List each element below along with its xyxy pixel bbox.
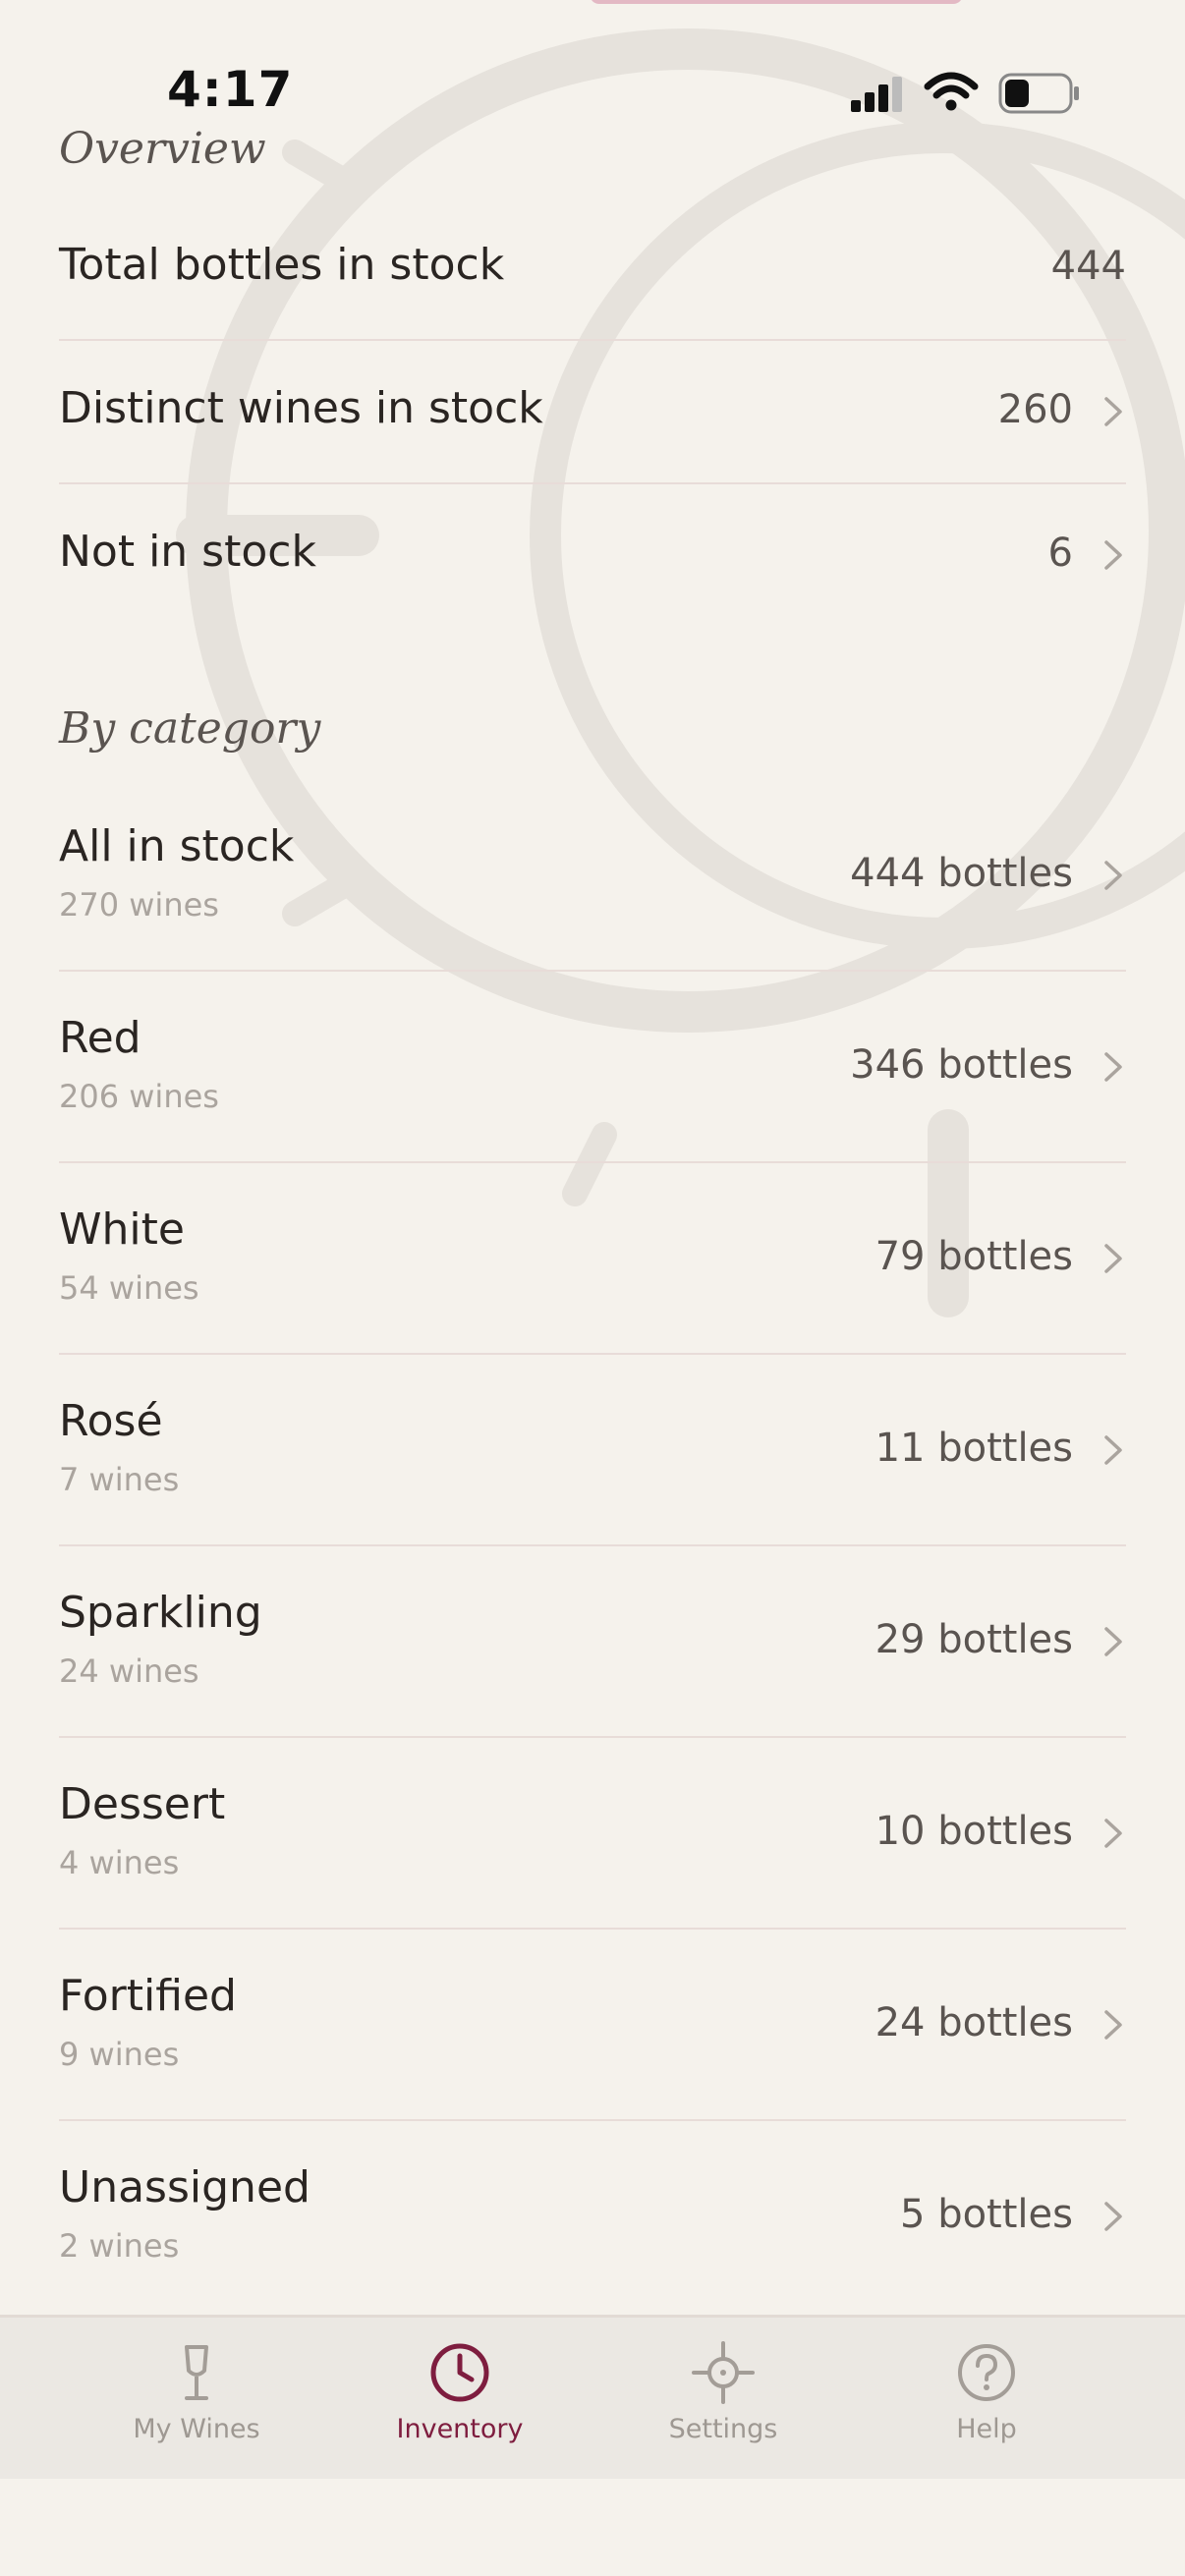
chevron-right-icon <box>1104 397 1122 426</box>
row-value: 5 bottles <box>900 2192 1073 2237</box>
overview-row-not-in-stock[interactable]: Not in stock 6 <box>59 519 1126 617</box>
by-category-section-title: By category <box>59 703 321 754</box>
row-label: Unassigned <box>59 2162 310 2212</box>
battery-icon <box>998 73 1079 114</box>
divider <box>59 1928 1126 1930</box>
row-value: 29 bottles <box>875 1617 1073 1662</box>
tab-bar: My Wines Inventory Settings Help <box>0 2315 1185 2479</box>
row-sublabel: 2 wines <box>59 2227 180 2265</box>
tab-settings[interactable]: Settings <box>625 2341 821 2469</box>
status-bar: 4:17 <box>0 0 1185 128</box>
category-row-all-in-stock[interactable]: All in stock 270 wines 444 bottles <box>59 821 1126 939</box>
row-label: Fortified <box>59 1971 237 2021</box>
category-row-white[interactable]: White 54 wines 79 bottles <box>59 1204 1126 1322</box>
row-value: 24 bottles <box>875 2000 1073 2045</box>
chevron-right-icon <box>1104 2010 1122 2040</box>
chevron-right-icon <box>1104 540 1122 570</box>
crosshair-icon <box>692 2341 755 2404</box>
overview-row-total-bottles: Total bottles in stock 444 <box>59 232 1126 330</box>
row-value: 346 bottles <box>850 1042 1073 1088</box>
row-value: 79 bottles <box>875 1234 1073 1279</box>
row-label: White <box>59 1204 185 1255</box>
chevron-right-icon <box>1104 1819 1122 1848</box>
row-label: Dessert <box>59 1779 226 1829</box>
row-sublabel: 7 wines <box>59 1461 180 1498</box>
row-sublabel: 4 wines <box>59 1844 180 1881</box>
tab-label: Inventory <box>396 2414 524 2444</box>
wifi-icon <box>924 72 979 111</box>
row-label: Red <box>59 1013 141 1063</box>
row-value: 10 bottles <box>875 1809 1073 1854</box>
row-value: 444 bottles <box>850 851 1073 896</box>
divider <box>59 1161 1126 1163</box>
status-time: 4:17 <box>167 61 294 118</box>
divider <box>59 482 1126 484</box>
chevron-right-icon <box>1104 1052 1122 1082</box>
chevron-right-icon <box>1104 1244 1122 1273</box>
row-sublabel: 9 wines <box>59 2036 180 2073</box>
chevron-right-icon <box>1104 2202 1122 2231</box>
divider <box>59 1544 1126 1546</box>
overview-section-title: Overview <box>59 124 266 174</box>
tab-my-wines[interactable]: My Wines <box>98 2341 295 2469</box>
divider <box>59 1353 1126 1355</box>
tab-label: Help <box>956 2414 1017 2444</box>
chevron-right-icon <box>1104 1627 1122 1656</box>
row-label: Distinct wines in stock <box>59 383 543 433</box>
category-row-sparkling[interactable]: Sparkling 24 wines 29 bottles <box>59 1588 1126 1706</box>
chevron-right-icon <box>1104 1435 1122 1465</box>
row-sublabel: 54 wines <box>59 1269 199 1307</box>
cellular-signal-icon <box>851 77 902 112</box>
tab-label: Settings <box>668 2414 778 2444</box>
tab-help[interactable]: Help <box>888 2341 1085 2469</box>
wine-glass-icon <box>185 2345 208 2400</box>
row-label: Sparkling <box>59 1588 262 1638</box>
overview-row-distinct-wines[interactable]: Distinct wines in stock 260 <box>59 375 1126 474</box>
clock-icon <box>430 2343 489 2402</box>
divider <box>59 970 1126 972</box>
row-label: All in stock <box>59 821 295 871</box>
category-row-dessert[interactable]: Dessert 4 wines 10 bottles <box>59 1779 1126 1897</box>
category-row-fortified[interactable]: Fortified 9 wines 24 bottles <box>59 1971 1126 2089</box>
question-icon <box>958 2344 1015 2401</box>
row-sublabel: 270 wines <box>59 886 219 924</box>
row-sublabel: 24 wines <box>59 1652 199 1690</box>
row-value: 6 <box>1047 531 1073 576</box>
row-value: 11 bottles <box>875 1426 1073 1471</box>
row-value: 260 <box>997 387 1073 432</box>
tab-inventory[interactable]: Inventory <box>362 2341 558 2469</box>
category-row-red[interactable]: Red 206 wines 346 bottles <box>59 1013 1126 1131</box>
row-value: 444 <box>1050 244 1126 289</box>
row-label: Rosé <box>59 1396 163 1446</box>
category-row-unassigned[interactable]: Unassigned 2 wines 5 bottles <box>59 2162 1126 2280</box>
row-label: Total bottles in stock <box>59 240 505 290</box>
row-sublabel: 206 wines <box>59 1078 219 1115</box>
divider <box>59 339 1126 341</box>
divider <box>59 2119 1126 2121</box>
row-label: Not in stock <box>59 527 316 577</box>
tab-label: My Wines <box>133 2414 260 2444</box>
divider <box>59 1736 1126 1738</box>
category-row-rose[interactable]: Rosé 7 wines 11 bottles <box>59 1396 1126 1514</box>
chevron-right-icon <box>1104 861 1122 890</box>
